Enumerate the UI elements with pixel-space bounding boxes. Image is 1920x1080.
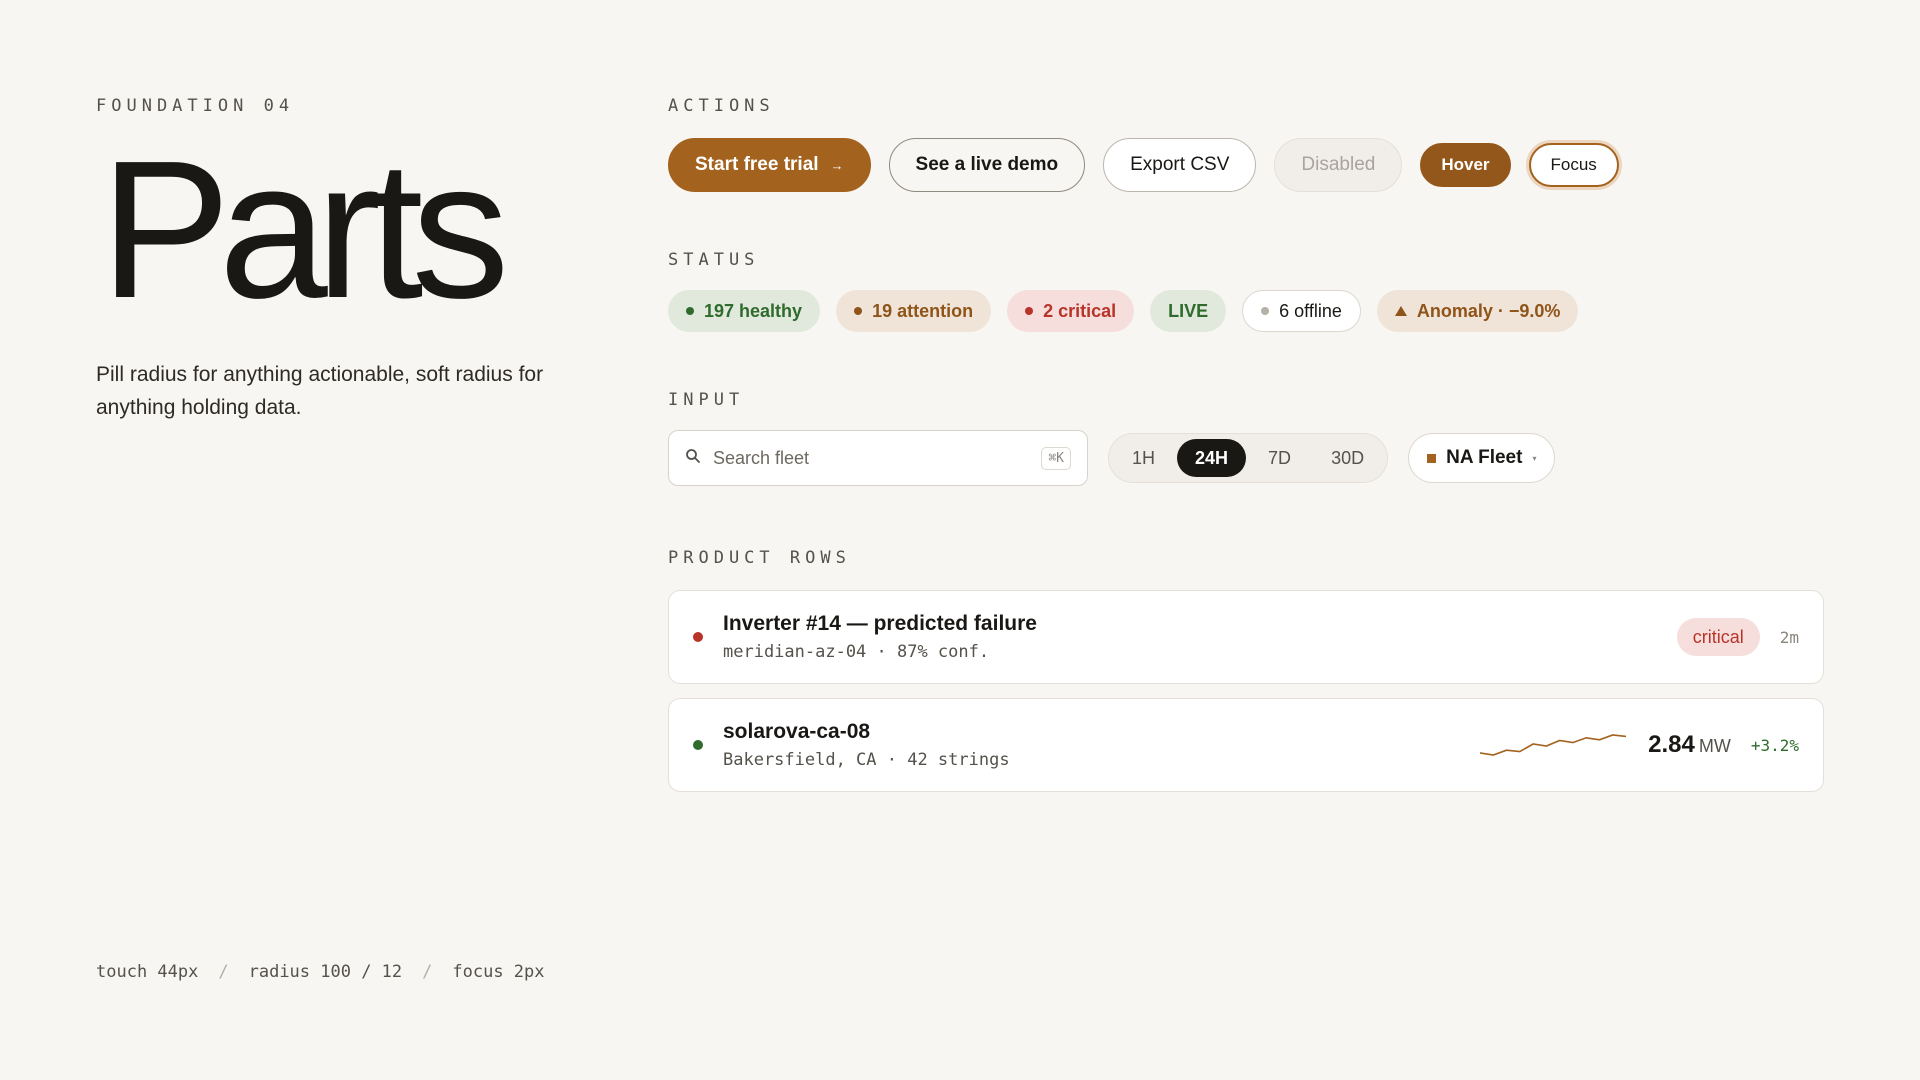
status-badge-live: LIVE <box>1150 290 1227 332</box>
search-input[interactable] <box>713 447 1030 469</box>
fleet-select[interactable]: NA Fleet ▾ <box>1408 433 1556 483</box>
fleet-select-value: NA Fleet <box>1446 447 1523 468</box>
search-field[interactable]: ⌘K <box>668 430 1088 486</box>
status-dot <box>1025 307 1034 315</box>
focus-button[interactable]: Focus <box>1528 143 1619 187</box>
status-badge-critical: 2 critical <box>1007 290 1135 332</box>
status-badge-offline: 6 offline <box>1242 290 1361 332</box>
row-subtitle: Bakersfield, CA · 42 strings <box>723 750 1010 770</box>
actions-row: Start free trial → See a live demo Expor… <box>668 138 1824 192</box>
status-dot <box>686 307 694 315</box>
chevron-down-icon: ▾ <box>1532 453 1537 463</box>
range-option-30d[interactable]: 30D <box>1313 439 1382 477</box>
row-age: 2m <box>1779 627 1799 647</box>
range-option-7d[interactable]: 7D <box>1250 439 1309 477</box>
status-badge-attention: 19 attention <box>836 290 992 332</box>
status-text: 2 critical <box>1043 300 1117 321</box>
metric-value: 2.84 <box>1648 731 1695 758</box>
section-label-input: INPUT <box>668 390 745 410</box>
status-badge-healthy: 197 healthy <box>668 290 821 332</box>
arrow-right-icon: → <box>830 157 844 173</box>
spec-touch: touch 44px <box>96 962 199 982</box>
section-label-product-rows: PRODUCT ROWS <box>668 548 851 568</box>
status-text: 19 attention <box>872 300 974 321</box>
shortcut-hint: ⌘K <box>1041 446 1071 470</box>
live-demo-button[interactable]: See a live demo <box>888 138 1086 192</box>
separator: / <box>422 962 433 982</box>
triangle-up-icon <box>1394 306 1407 316</box>
status-row: 197 healthy 19 attention 2 critical LIVE… <box>668 290 1824 332</box>
row-metric: 2.84 MW <box>1648 731 1731 759</box>
sparkline-path <box>1480 734 1627 756</box>
list-item[interactable]: solarova-ca-08 Bakersfield, CA · 42 stri… <box>668 698 1824 792</box>
spec-footer: touch 44px / radius 100 / 12 / focus 2px <box>96 962 545 982</box>
hover-button[interactable]: Hover <box>1420 143 1511 187</box>
status-badge-anomaly: Anomaly · −9.0% <box>1376 290 1579 332</box>
start-trial-label: Start free trial <box>695 154 819 175</box>
sparkline <box>1480 734 1627 756</box>
row-title: solarova-ca-08 <box>723 720 871 743</box>
separator: / <box>218 962 229 982</box>
parts-panel: ACTIONS Start free trial → See a live de… <box>668 96 1824 792</box>
status-text: 197 healthy <box>704 300 803 321</box>
list-item[interactable]: Inverter #14 — predicted failure meridia… <box>668 590 1824 684</box>
status-dot <box>693 632 703 642</box>
description: Pill radius for anything actionable, sof… <box>96 363 544 419</box>
status-text: 6 offline <box>1279 300 1342 321</box>
eyebrow: FOUNDATION 04 <box>96 96 295 116</box>
spec-radius: radius 100 / 12 <box>248 962 403 982</box>
section-label-status: STATUS <box>668 250 760 270</box>
status-dot <box>1261 307 1270 315</box>
status-text: Anomaly · −9.0% <box>1416 300 1561 321</box>
search-icon <box>685 448 701 469</box>
status-dot <box>854 307 863 315</box>
page-title: Parts <box>100 120 509 339</box>
row-title: Inverter #14 — predicted failure <box>723 612 1037 635</box>
range-option-1h[interactable]: 1H <box>1114 439 1173 477</box>
section-label-actions: ACTIONS <box>668 96 775 116</box>
start-trial-button[interactable]: Start free trial → <box>668 138 871 192</box>
hero: FOUNDATION 04 Parts Pill radius for anyt… <box>96 96 566 424</box>
disabled-button: Disabled <box>1274 138 1403 192</box>
fleet-color-swatch <box>1427 453 1437 463</box>
input-row: ⌘K 1H 24H 7D 30D NA Fleet ▾ <box>668 430 1824 486</box>
time-range-segmented: 1H 24H 7D 30D <box>1108 433 1389 483</box>
row-delta: +3.2% <box>1750 735 1799 755</box>
row-subtitle: meridian-az-04 · 87% conf. <box>723 642 990 662</box>
export-csv-button[interactable]: Export CSV <box>1103 138 1257 192</box>
range-option-24h[interactable]: 24H <box>1177 439 1247 477</box>
metric-unit: MW <box>1698 736 1731 756</box>
status-badge: critical <box>1676 618 1760 656</box>
status-dot <box>693 740 703 750</box>
spec-focus: focus 2px <box>452 962 545 982</box>
